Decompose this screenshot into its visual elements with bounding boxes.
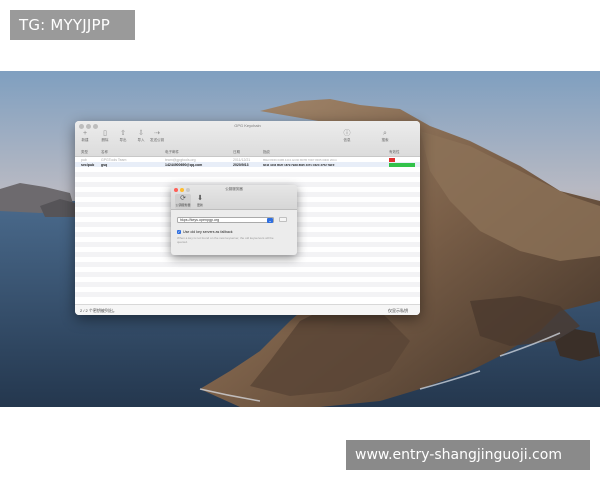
- key-table-header: 类型 名称 电子邮件 日期 指纹 有效性: [75, 149, 420, 157]
- keyserver-preferences-dialog: 公钥服务器 ⟳ 公钥服务器 ⬇ 更新 hkps://keys.openpgp.o…: [171, 185, 297, 255]
- import-key-label: 导入: [137, 138, 145, 142]
- table-row[interactable]: sec/pub gsq 14244900690@qq.com 2020/9/13…: [75, 162, 420, 167]
- keyserver-options-button[interactable]: [279, 217, 287, 222]
- send-icon: ⇢: [154, 130, 160, 137]
- keyserver-select[interactable]: hkps://keys.openpgp.org ⌄: [177, 217, 274, 223]
- key-name: GPGTools Team: [101, 157, 127, 162]
- key-email: 14244900690@qq.com: [165, 162, 203, 167]
- validity-indicator: [389, 157, 395, 162]
- column-fingerprint[interactable]: 指纹: [263, 150, 270, 155]
- key-date: 2011/12/21: [233, 157, 251, 162]
- send-public-key-label: 发送公钥: [150, 138, 164, 142]
- column-email[interactable]: 电子邮件: [165, 150, 179, 155]
- dialog-title: 公钥服务器: [225, 187, 243, 191]
- watermark-top-left: TG: MYYJJPP: [10, 10, 135, 40]
- chevron-down-icon: ⌄: [267, 218, 273, 223]
- key-fingerprint: 85E3 8F69 046B 44C1 EC9F B07B 76D7 8F05 …: [263, 157, 337, 162]
- tab-updates[interactable]: ⬇ 更新: [192, 194, 208, 209]
- keyserver-value: hkps://keys.openpgp.org: [180, 218, 220, 222]
- key-date: 2020/9/13: [233, 162, 249, 167]
- refresh-icon: ⟳: [180, 195, 186, 202]
- window-title: GPG Keychain: [234, 123, 261, 128]
- send-public-key-button[interactable]: ⇢ 发送公钥: [147, 130, 167, 143]
- download-icon: ⬇: [197, 195, 203, 202]
- plus-icon: +: [82, 130, 88, 137]
- column-name[interactable]: 名称: [101, 150, 108, 155]
- key-type: sec/pub: [81, 162, 95, 167]
- delete-key-label: 删除: [101, 138, 109, 142]
- window-toolbar: GPG Keychain + 新建 ▯ 删除 ⇧ 导出 ⇩ 导入 ⇢ 发送公钥 …: [75, 121, 420, 157]
- search-button[interactable]: ⌕ 搜索: [377, 130, 393, 143]
- info-button[interactable]: ⓘ 信息: [339, 130, 355, 143]
- export-key-label: 导出: [119, 138, 127, 142]
- secret-keys-only-toggle[interactable]: 仅显示私钥: [388, 308, 408, 314]
- validity-indicator: [389, 162, 415, 167]
- column-date[interactable]: 日期: [233, 150, 240, 155]
- column-type[interactable]: 类型: [81, 150, 88, 155]
- status-bar: 2 / 2 个密钥被列出。 仅显示私钥: [75, 304, 420, 315]
- key-email: team@gpgtools.org: [165, 157, 196, 162]
- search-label: 搜索: [381, 138, 389, 142]
- tab-updates-label: 更新: [196, 203, 203, 207]
- key-type: pub: [81, 157, 87, 162]
- new-key-label: 新建: [81, 138, 89, 142]
- export-icon: ⇧: [120, 130, 126, 137]
- info-label: 信息: [343, 138, 351, 142]
- fallback-checkbox-label: Use old key servers as fallback: [183, 229, 233, 234]
- search-icon: ⌕: [383, 130, 387, 137]
- export-key-button[interactable]: ⇧ 导出: [115, 130, 131, 143]
- new-key-button[interactable]: + 新建: [77, 130, 93, 143]
- tab-keyserver-label: 公钥服务器: [175, 203, 191, 207]
- fallback-hint-text: When a key is not found on the new keyse…: [177, 236, 274, 244]
- trash-icon: ▯: [103, 130, 107, 137]
- key-count-text: 2 / 2 个密钥被列出。: [80, 308, 117, 313]
- key-fingerprint: 8242 4403 852F 1879 7B48 8825 4371 C62C …: [263, 162, 335, 167]
- tab-keyserver[interactable]: ⟳ 公钥服务器: [175, 194, 191, 209]
- delete-key-button[interactable]: ▯ 删除: [97, 130, 113, 143]
- dialog-toolbar: 公钥服务器 ⟳ 公钥服务器 ⬇ 更新: [171, 185, 297, 210]
- watermark-bottom-right: www.entry-shangjinguoji.com: [346, 440, 590, 470]
- key-name: gsq: [101, 162, 108, 167]
- fallback-checkbox[interactable]: ✓: [177, 230, 181, 234]
- info-icon: ⓘ: [343, 130, 351, 137]
- column-validity[interactable]: 有效性: [389, 150, 400, 155]
